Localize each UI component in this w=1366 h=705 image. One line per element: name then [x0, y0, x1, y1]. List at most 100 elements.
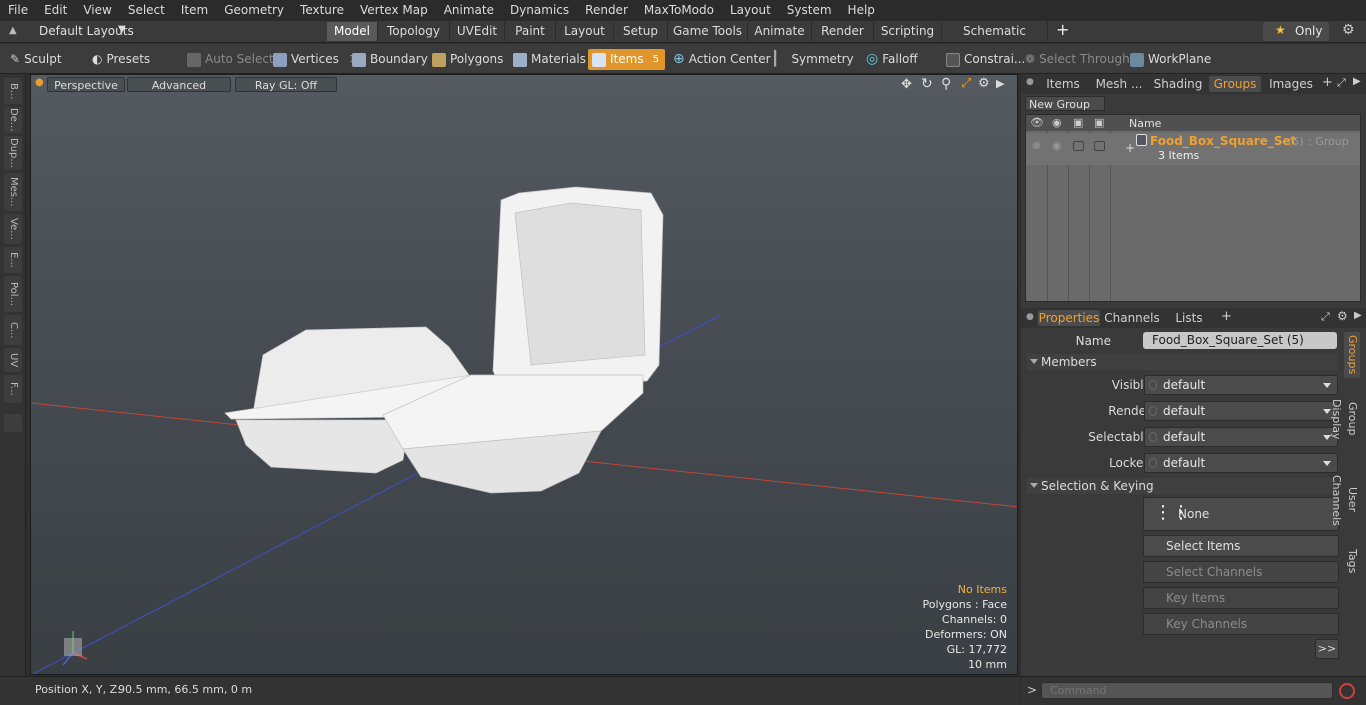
- rotate-icon[interactable]: ↻: [921, 76, 933, 92]
- side-tab-group-display[interactable]: Group Display: [1330, 382, 1360, 456]
- menu-select[interactable]: Select: [120, 0, 173, 21]
- left-tab-mesh-edit[interactable]: Mes...: [4, 173, 22, 211]
- props-gear-icon[interactable]: ⚙: [1337, 309, 1348, 323]
- side-tab-user-channels[interactable]: User Channels: [1330, 462, 1360, 538]
- menu-view[interactable]: View: [75, 0, 119, 21]
- workplane-button[interactable]: WorkPlane: [1130, 49, 1211, 70]
- render-dropdown[interactable]: default: [1144, 401, 1338, 421]
- menu-layout[interactable]: Layout: [722, 0, 779, 21]
- vertices-button[interactable]: Vertices 1: [273, 49, 355, 70]
- viewport-menu-icon[interactable]: ●: [35, 77, 44, 88]
- add-props-tab-icon[interactable]: +: [1221, 309, 1232, 324]
- record-icon[interactable]: [1339, 683, 1355, 699]
- left-tab-curve[interactable]: C...: [4, 315, 22, 345]
- panel-expand-icon[interactable]: ▶: [1353, 76, 1361, 87]
- name-field[interactable]: Food_Box_Square_Set (5): [1143, 332, 1337, 349]
- render-toggle-icon[interactable]: ◉: [1052, 139, 1062, 152]
- menu-vertex-map[interactable]: Vertex Map: [352, 0, 436, 21]
- tab-properties[interactable]: Properties: [1038, 310, 1100, 326]
- left-tab-uv[interactable]: UV: [4, 348, 22, 372]
- viewport-gear-icon[interactable]: ⚙: [978, 76, 990, 91]
- new-group-button[interactable]: New Group: [1025, 96, 1105, 111]
- tab-images[interactable]: Images: [1263, 76, 1319, 92]
- panel-maximize-icon[interactable]: ⤢: [1337, 76, 1346, 90]
- left-tab-duplicate[interactable]: Dup...: [4, 136, 22, 170]
- polygons-button[interactable]: Polygons: [432, 49, 503, 70]
- left-tab-fusion[interactable]: F...: [4, 375, 22, 403]
- expand-icon[interactable]: ▲: [9, 25, 17, 36]
- menu-texture[interactable]: Texture: [292, 0, 352, 21]
- left-tab-vertex[interactable]: Ve...: [4, 214, 22, 244]
- add-tab-icon[interactable]: +: [1056, 20, 1069, 39]
- menu-edit[interactable]: Edit: [36, 0, 75, 21]
- members-section[interactable]: Members: [1027, 354, 1337, 370]
- tab-layout[interactable]: Layout: [556, 22, 614, 41]
- select-items-button[interactable]: Select Items: [1143, 535, 1339, 557]
- props-maximize-icon[interactable]: ⤢: [1321, 310, 1330, 324]
- materials-button[interactable]: Materials: [513, 49, 586, 70]
- lock-toggle[interactable]: [1073, 141, 1084, 151]
- tab-shading[interactable]: Shading: [1149, 76, 1207, 92]
- menu-help[interactable]: Help: [840, 0, 883, 21]
- command-input[interactable]: [1041, 682, 1333, 699]
- key-items-button[interactable]: Key Items: [1143, 587, 1339, 609]
- selectable-dropdown[interactable]: default: [1144, 427, 1338, 447]
- menu-render[interactable]: Render: [577, 0, 636, 21]
- tab-uvedit[interactable]: UVEdit: [450, 22, 505, 41]
- tab-topology[interactable]: Topology: [378, 22, 450, 41]
- tab-model[interactable]: Model: [327, 22, 378, 41]
- tab-paint[interactable]: Paint: [505, 22, 556, 41]
- key-channels-button[interactable]: Key Channels: [1143, 613, 1339, 635]
- props-menu-icon[interactable]: ●: [1026, 312, 1034, 322]
- lock-column-icon[interactable]: ▣: [1073, 116, 1083, 129]
- tab-scripting[interactable]: Scripting: [874, 22, 942, 41]
- left-tab-edge[interactable]: E...: [4, 247, 22, 273]
- tab-lists[interactable]: Lists: [1163, 310, 1215, 326]
- locked-dropdown[interactable]: default: [1144, 453, 1338, 473]
- select-column-icon[interactable]: ▣: [1094, 116, 1104, 129]
- menu-dynamics[interactable]: Dynamics: [502, 0, 577, 21]
- side-tab-groups[interactable]: Groups: [1344, 332, 1360, 378]
- left-tab-toggle[interactable]: [4, 414, 22, 432]
- tab-render[interactable]: Render: [812, 22, 874, 41]
- menu-system[interactable]: System: [779, 0, 840, 21]
- symmetry-button[interactable]: ┃ Symmetry: [771, 49, 854, 70]
- visible-dropdown[interactable]: default: [1144, 375, 1338, 395]
- menu-maxtomodo[interactable]: MaxToModo: [636, 0, 722, 21]
- panel-menu-icon[interactable]: ●: [1026, 77, 1034, 87]
- side-tab-tags[interactable]: Tags: [1344, 544, 1360, 578]
- tab-items[interactable]: Items: [1037, 76, 1089, 92]
- select-through-button[interactable]: ❁ Select Through: [1025, 49, 1130, 70]
- selection-keying-section[interactable]: Selection & Keying: [1027, 478, 1337, 494]
- tab-game-tools[interactable]: Game Tools: [668, 22, 748, 41]
- action-center-button[interactable]: ⊕ Action Center: [673, 49, 771, 70]
- maximize-icon[interactable]: ⤢: [961, 76, 971, 91]
- tab-setup[interactable]: Setup: [614, 22, 668, 41]
- more-button[interactable]: >>: [1315, 639, 1339, 659]
- menu-file[interactable]: File: [0, 0, 36, 21]
- viewport-expand-icon[interactable]: ▶: [996, 77, 1004, 90]
- raygl-toggle[interactable]: Ray GL: Off: [235, 77, 337, 92]
- tab-animate[interactable]: Animate: [748, 22, 812, 41]
- render-column-icon[interactable]: ◉: [1052, 116, 1062, 129]
- select-channels-button[interactable]: Select Channels: [1143, 561, 1339, 583]
- menu-geometry[interactable]: Geometry: [216, 0, 292, 21]
- menu-item[interactable]: Item: [173, 0, 216, 21]
- auto-select-button[interactable]: Auto Select: [187, 49, 274, 70]
- add-panel-tab-icon[interactable]: +: [1322, 75, 1333, 90]
- gear-icon[interactable]: ⚙: [1342, 22, 1355, 38]
- constraints-button[interactable]: Constrai...: [946, 49, 1025, 70]
- only-toggle[interactable]: ★ Only: [1263, 22, 1329, 41]
- group-name[interactable]: Food_Box_Square_Set: [1150, 134, 1296, 148]
- 3d-viewport[interactable]: ● Perspective Advanced Ray GL: Off ✥ ↻ ⚲…: [30, 74, 1018, 675]
- props-expand-icon[interactable]: ▶: [1354, 310, 1362, 321]
- zoom-icon[interactable]: ⚲: [941, 76, 951, 92]
- expand-group-icon[interactable]: +: [1125, 141, 1135, 155]
- tab-mesh[interactable]: Mesh ...: [1091, 76, 1147, 92]
- none-button[interactable]: ⋮⋮ None: [1143, 497, 1339, 531]
- left-tab-deform[interactable]: De...: [4, 107, 22, 133]
- tab-schematic-fusion[interactable]: Schematic Fusion: [942, 22, 1048, 57]
- select-toggle[interactable]: [1094, 141, 1105, 151]
- group-row[interactable]: ● ◉ + Food_Box_Square_Set (5) : Group 3 …: [1026, 133, 1360, 165]
- visibility-icon[interactable]: ●: [1032, 140, 1041, 151]
